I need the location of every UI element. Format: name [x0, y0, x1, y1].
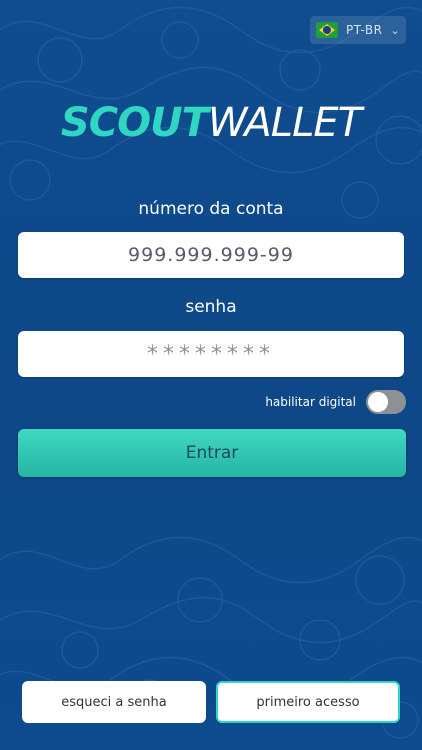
password-label: senha: [185, 297, 237, 317]
language-selector[interactable]: PT-BR ⌄: [310, 16, 406, 44]
account-label: número da conta: [138, 199, 284, 219]
fingerprint-toggle[interactable]: [366, 390, 406, 414]
app-logo: SCOUTWALLET: [0, 100, 422, 146]
brazil-flag-icon: [316, 22, 338, 38]
first-access-button[interactable]: primeiro acesso: [216, 681, 400, 723]
fingerprint-label: habilitar digital: [265, 395, 356, 409]
fingerprint-toggle-row: habilitar digital: [265, 390, 406, 414]
toggle-knob: [368, 392, 388, 412]
logo-wallet: WALLET: [207, 100, 362, 146]
logo-scout: SCOUT: [60, 100, 209, 146]
chevron-down-icon: ⌄: [390, 23, 400, 37]
language-code: PT-BR: [346, 23, 383, 37]
forgot-password-button[interactable]: esqueci a senha: [22, 681, 206, 723]
account-field[interactable]: 999.999.999-99: [18, 232, 404, 278]
login-button[interactable]: Entrar: [18, 429, 406, 477]
password-field[interactable]: ********: [18, 331, 404, 377]
